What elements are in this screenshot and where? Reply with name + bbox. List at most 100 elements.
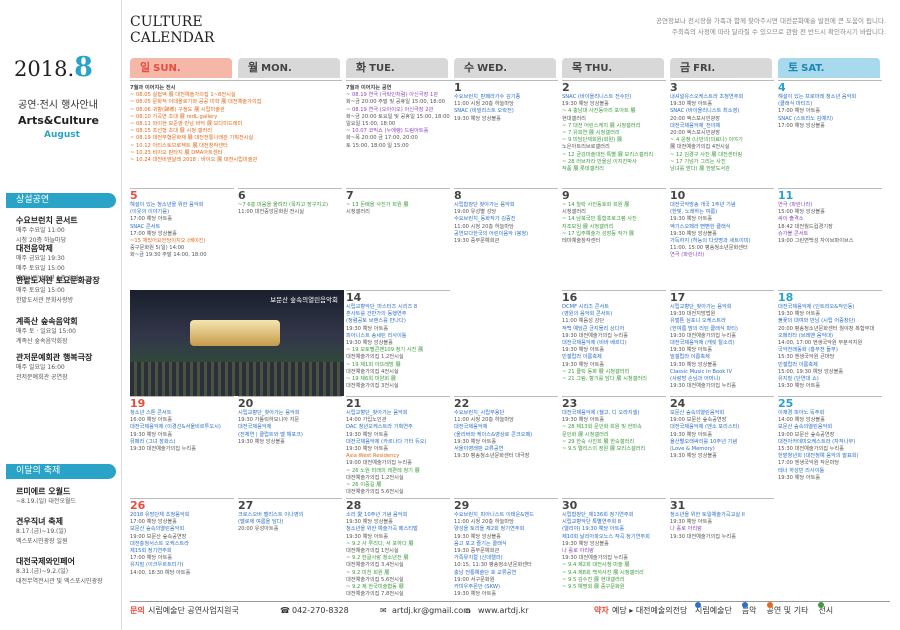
day-cell[interactable]: 26 2018 유망단체 초청음악회 17:00 예당 앙상블홀 보문산 숲속의열린음… xyxy=(130,498,234,598)
weekday-en: FRI. xyxy=(693,63,716,74)
event-line: 청소년을 위한 예술가곡 페스티벌 xyxy=(346,526,418,533)
event-line: 충남 전통예술단 호 교류공연 xyxy=(454,569,517,576)
legend-swatch xyxy=(766,602,773,608)
event-line: 제10회 날리아파오노스 작곡 정기연주회 xyxy=(562,533,650,540)
festival-item: 르미에르 오월드 ~8.19.(일) 대전오월드 xyxy=(16,486,120,507)
event-line: ~ 12 김경구 사진 展 대전센터링 xyxy=(670,151,743,158)
event-line: ~ 7 대전 어린스케치 展 시청갤러리 xyxy=(562,122,641,129)
day-cell[interactable]: 20 시립교향단_찾아가는 음악회 19:30 가톨릭하모니아 지문 대전국제음악제(… xyxy=(238,396,342,496)
event-line: 작품 展 롯데갤러리 xyxy=(562,166,604,173)
event-line: 19:00 보문산 숲속공연장 xyxy=(130,533,187,540)
venue-item: 수요브런치 콘서트 매주 수요일 11:00 시청 20층 하늘마당 xyxy=(16,215,120,246)
weekday-header-tue: 화 TUE. xyxy=(346,58,448,78)
day-cell[interactable]: 11 연극 (파란나라) 15:00 예당 앙상블홀 싸이 출격소 18:42 대전월드… xyxy=(778,188,882,288)
day-number: 27 xyxy=(238,499,254,512)
day-number: 3 xyxy=(670,81,678,94)
festival-detail: 엑스포시민광장 일원 xyxy=(16,538,68,545)
day-cell[interactable]: 25 이재경 피아노 독주회 14:00 예당 앙상블홀 보문산 숲속의열린음악회 19… xyxy=(778,396,882,496)
sidebar: 2018.8 공연·전시 행사안내 Arts&Culture August 상설… xyxy=(0,0,122,630)
day-cell[interactable]: 2 SNAC (바이올리니스트 전수민) 19:30 예당 앙상블홀 ~ 4 충남대 … xyxy=(562,80,666,186)
event-line: ~ 9.5 김수진 展 현대갤러리 xyxy=(562,576,625,583)
event-line: ~ 19 제1회 아뜨레방 展 xyxy=(346,361,401,368)
weekday-ko: 일 xyxy=(140,61,151,74)
legend-swatch xyxy=(695,602,701,608)
festival-name: 견우직녀 축제 xyxy=(16,517,63,526)
event-line: 19:30 대전예술가의집 누리홀 xyxy=(130,446,196,453)
weekday-header-fri: 금 FRI. xyxy=(670,58,772,78)
event-line: ~ 9.4 제8회 백석사진 展 시청갤러리 xyxy=(562,569,644,576)
venue-detail: 매주 토 · 일요일 15:00 xyxy=(16,328,76,335)
day-cell[interactable]: 30 시립합창단_제136회 정기연주회 시립교향악단 특별연주회 8 (엘리야) 1… xyxy=(562,498,666,598)
event-line: 17:00 엔생국악원 작은마당 xyxy=(778,460,840,467)
day-number: 1 xyxy=(454,81,462,94)
day-number: 23 xyxy=(562,397,578,410)
day-cell[interactable]: 19 청소년 스톤 콘서트 16:00 예당 아트홀 대전국제음악제 (이경선&서울비… xyxy=(130,396,234,496)
event-line: (전체연 | 클럽트와 벨 해포크) xyxy=(238,431,303,438)
day-cell[interactable]: 17 시립교향단_찾아가는 음악회 19:30 대전지방법원 유벌톤 심포니 오케스트… xyxy=(670,290,774,394)
event-line: ~ 26 노원 미래의 레편레 정기 展 xyxy=(346,467,420,474)
day-number: 30 xyxy=(562,499,578,512)
event-line: 19:30 예당 앙상블홀 xyxy=(454,115,501,122)
day-cell[interactable]: 6 ~7 6층 마음을 울려라 (목지고 장구지고) 11:00 대전중앙문화원 전… xyxy=(238,188,342,288)
day-cell[interactable]: 5 해설이 있는 청소년을 위한 음악회 (이웃의 이야기음) 17:00 예당 아트… xyxy=(130,188,234,288)
day-number: 22 xyxy=(454,397,470,410)
event-line: 대전국제음악제 (이경선&서울비르투오시) xyxy=(130,424,221,431)
event-line: 테미예술창작센터 xyxy=(562,238,601,245)
event-line: 보문산 숲속의열린음악회 xyxy=(130,526,185,533)
day-cell[interactable]: 27 크로스오버 밸리스트 이나영의 (벨로에 여름을 담다) 20:00 유성아트홀 xyxy=(238,498,342,598)
day-cell[interactable]: 7 ~ 13 돈배을 사진가 회원 展 시청갤러리 xyxy=(346,188,450,288)
legend-label: 공연 및 기타 xyxy=(766,606,809,615)
event-line: 19:30 예당 아트홀 xyxy=(454,591,497,598)
website-link[interactable]: www.artdj.kr xyxy=(478,602,529,620)
day-cell[interactable]: 10 대전국악방송 개국 1주년 기념 (한빛, 노래하는 여름) 19:30 예당 … xyxy=(670,188,774,288)
day-cell[interactable]: 9 ~ 14 칠락 사진동호회 회원 展 시청갤러리 ~ 14 남북국민 통합프로그램… xyxy=(562,188,666,288)
event-line: 유지밀 (이크우르트티가) xyxy=(130,562,184,569)
day-cell[interactable]: 28 소리 愛 10주년 기념 음악회 19:30 예당 앙상블홀 청소년을 위한 예… xyxy=(346,498,450,598)
event-line: 빈갤럽라 이름축제 xyxy=(562,354,602,361)
venue-item: 한밭도서관 토요문화광장 매주 토요일 15:00 한밭도서관 문화사랑방 xyxy=(16,275,120,306)
event-line: 20:00 평송청소년문화센터 월야창 복합무대 xyxy=(778,325,875,332)
event-line: 현대갤러리 xyxy=(562,115,586,122)
day-cell[interactable]: 23 대전국제음악제 (첼고, 디 오라지넬) 19:30 예당 아트홀 ~ 28 제… xyxy=(562,396,666,496)
event-line: 대전예술가의집 7,8전시실 xyxy=(346,591,404,598)
sidebar-subtitle: 공연·전시 행사안내 xyxy=(18,100,98,111)
email-link[interactable]: artdj.kr@gmail.com xyxy=(392,602,471,620)
crowd-shape xyxy=(130,362,344,396)
day-number: 14 xyxy=(346,291,362,304)
festival-name: 대전국제와인페어 xyxy=(16,557,75,566)
day-cell[interactable]: 29 수요브런치_피아니스트 이태운&밴드 11:00 시청 20층 하늘마당 양성을… xyxy=(454,498,558,598)
event-line: 17:00 예당 아트홀 xyxy=(778,108,821,115)
day-cell[interactable]: 31 청소년을 위한 토일예술가곡교실 II 19:30 예당 아트홀 나 홀로 아리… xyxy=(670,498,774,598)
event-line: 자조모임 展 시청갤러리 xyxy=(562,223,614,230)
weekday-ko: 수 xyxy=(464,61,475,74)
festival-detail: 8.31.(금)~9.2.(일) xyxy=(16,568,69,575)
event-line: 19:30 예당 아트홀 xyxy=(454,438,497,445)
event-line: 뮤페라 (그녀 장화스) xyxy=(130,438,176,445)
day-cell[interactable]: 4 해설이 있는 프로마레 청소년 음악회 (클래식 마티즈) 17:00 예당 아트… xyxy=(778,80,882,186)
legend-note: 예당 ▸ 대전예술의전당 xyxy=(612,606,688,615)
venue-detail: 한밭도서관 문화사랑방 xyxy=(16,297,74,304)
day-cell[interactable]: 18 대전국제음악제 (인트리오&작인동) 19:30 예당 아트홀 붉꽃의 대여와 … xyxy=(778,290,882,394)
legend-label: 시립예술단 xyxy=(695,606,732,615)
day-cell[interactable]: 24 보문산 숲속의열린음악회 19:00 보문산 숲속공연장 대전국제음악제 (멘소… xyxy=(670,396,774,496)
weekday-header-thu: 목 THU. xyxy=(562,58,664,78)
day-cell[interactable]: 3 내셔널유스오케스트라 초청연주회 19:30 예당 아트홀 SNAC (바이올리니… xyxy=(670,80,774,186)
day-cell[interactable]: 21 시립교향단_찾아가는 음악회 14:00 가입노인관 DAC 청년오케스트라 기… xyxy=(346,396,450,496)
legend-item: 전시 xyxy=(818,602,833,615)
web-icon: ⌂ xyxy=(465,606,471,615)
event-line: 대전아카데미오케스트라 (자작나무) xyxy=(778,438,856,445)
event-line: 노은아트리브로갤러리 xyxy=(562,144,610,151)
event-line: 19:30 예당 아트홀 xyxy=(346,446,389,453)
venue-name: 관저문예회관 행복극장 xyxy=(16,353,93,362)
day-cell[interactable]: 14 시립교향악단_마스터즈 시리즈 8 혼사트를 건반가의 동행연주 (청렴공토 브… xyxy=(346,290,450,394)
event-line: 엑기스오페라 뻔뻔한 클래식 xyxy=(670,223,731,230)
event-line: 대전충청서스트 오케스트라 xyxy=(130,540,189,547)
day-cell[interactable]: 22 수요브런치_시립무용단 11:00 시청 20층 하늘마당 대전국제음악제 (올리… xyxy=(454,396,558,496)
event-line: SNAC (바이올리니스트 최소영) xyxy=(670,108,740,115)
day-cell[interactable]: 1 수요브런치_판페라가수 김기종 11:00 시청 20층 하늘마당 SNAC (비… xyxy=(454,80,558,186)
day-cell[interactable]: 16 DCMF 시리즈 콘서트 (영원의 음악회 콘서트) 11:00 예음성 강단 적… xyxy=(562,290,666,394)
day-cell[interactable]: 8 시립합창단 찾아가는 음악회 19:00 유성별 성당 수요브런치_동화작가 김중… xyxy=(454,188,558,288)
continuing-line: ~ 08.05 문화적 이데올로기와 공공 미학 展 대전예술가의집 xyxy=(130,99,262,106)
day-number: 6 xyxy=(238,189,246,202)
venue-name: 한밭도서관 토요문화광장 xyxy=(16,276,100,285)
